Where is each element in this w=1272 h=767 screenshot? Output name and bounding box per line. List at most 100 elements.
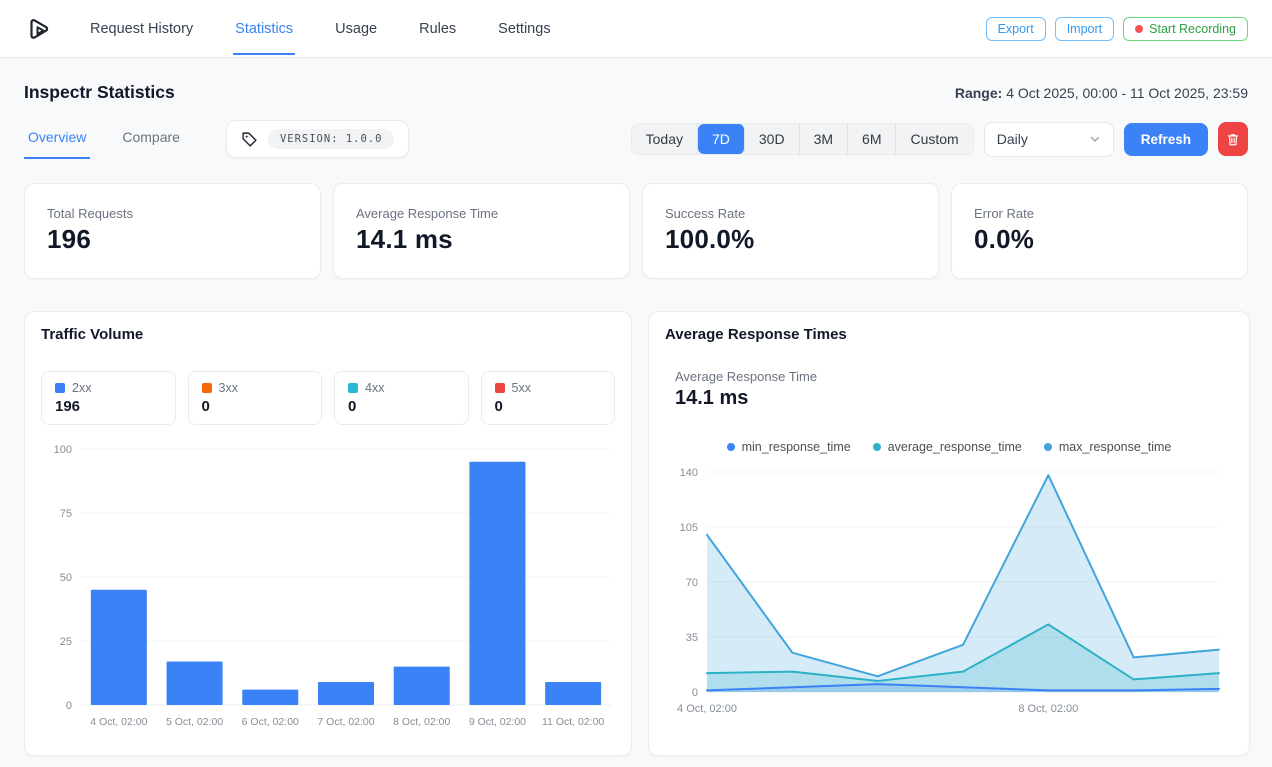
response-times-area-chart: 0 35 70 105 140 4 Oct, 02:00 8 Oct, 02:00 [665, 460, 1233, 722]
stat-card-success-rate: Success Rate 100.0% [642, 183, 939, 279]
svg-text:75: 75 [60, 508, 72, 520]
stat-card-total-requests: Total Requests 196 [24, 183, 321, 279]
svg-text:8 Oct, 02:00: 8 Oct, 02:00 [393, 716, 450, 728]
response-times-card: Average Response Times Average Response … [648, 311, 1250, 756]
interval-value: Daily [997, 131, 1028, 147]
version-text: VERSION: 1.0.0 [268, 129, 395, 149]
import-button[interactable]: Import [1055, 17, 1114, 41]
start-recording-button[interactable]: Start Recording [1123, 17, 1248, 41]
range-label: Range: [955, 85, 1002, 101]
legend-label: min_response_time [742, 440, 851, 454]
chevron-down-icon [1089, 133, 1101, 145]
stat-label: Error Rate [974, 206, 1225, 221]
version-badge: VERSION: 1.0.0 [226, 120, 410, 158]
main-nav: Request History Statistics Usage Rules S… [88, 3, 553, 55]
range-custom[interactable]: Custom [896, 124, 972, 154]
stat-value: 14.1 ms [356, 224, 607, 255]
legend-dot-icon [727, 443, 735, 451]
start-recording-label: Start Recording [1149, 22, 1236, 36]
status-card-5xx: 5xx 0 [481, 371, 616, 425]
range-30d[interactable]: 30D [745, 124, 800, 154]
status-5xx-swatch [495, 383, 505, 393]
tab-compare[interactable]: Compare [118, 119, 184, 159]
tag-icon [241, 131, 258, 148]
range-3m[interactable]: 3M [800, 124, 848, 154]
status-card-2xx: 2xx 196 [41, 371, 176, 425]
page-title: Inspectr Statistics [24, 82, 175, 103]
status-3xx-swatch [202, 383, 212, 393]
svg-text:9 Oct, 02:00: 9 Oct, 02:00 [469, 716, 526, 728]
stat-card-error-rate: Error Rate 0.0% [951, 183, 1248, 279]
traffic-volume-bar-chart: 0 25 50 75 100 4 Oct, 02:00 5 Oct, 02:00 6 Oct,… [41, 439, 617, 735]
svg-text:35: 35 [686, 632, 698, 644]
delete-button[interactable] [1218, 122, 1248, 156]
stat-card-avg-response-time: Average Response Time 14.1 ms [333, 183, 630, 279]
svg-text:70: 70 [686, 577, 698, 589]
date-range-display: Range: 4 Oct 2025, 00:00 - 11 Oct 2025, … [955, 85, 1248, 101]
svg-text:0: 0 [692, 687, 698, 699]
legend-max-response-time: max_response_time [1044, 440, 1172, 454]
svg-text:25: 25 [60, 636, 72, 648]
legend-label: max_response_time [1059, 440, 1172, 454]
legend-label: average_response_time [888, 440, 1022, 454]
svg-text:4 Oct, 02:00: 4 Oct, 02:00 [90, 716, 147, 728]
tab-overview[interactable]: Overview [24, 119, 90, 159]
nav-usage[interactable]: Usage [333, 3, 379, 55]
nav-settings[interactable]: Settings [496, 3, 552, 55]
svg-text:5 Oct, 02:00: 5 Oct, 02:00 [166, 716, 223, 728]
svg-text:100: 100 [54, 444, 72, 456]
status-4xx-label: 4xx [365, 381, 384, 395]
range-6m[interactable]: 6M [848, 124, 896, 154]
avg-response-value: 14.1 ms [675, 387, 1233, 410]
nav-statistics[interactable]: Statistics [233, 3, 295, 55]
range-value: 4 Oct 2025, 00:00 - 11 Oct 2025, 23:59 [1006, 85, 1248, 101]
range-7d[interactable]: 7D [698, 124, 745, 154]
traffic-volume-title: Traffic Volume [41, 326, 615, 343]
svg-text:11 Oct, 02:00: 11 Oct, 02:00 [542, 716, 604, 728]
svg-text:105: 105 [680, 522, 698, 534]
svg-text:50: 50 [60, 572, 72, 584]
legend-min-response-time: min_response_time [727, 440, 851, 454]
range-segmented-control: Today 7D 30D 3M 6M Custom [631, 123, 974, 155]
status-3xx-label: 3xx [219, 381, 238, 395]
response-times-title: Average Response Times [665, 326, 1233, 343]
status-5xx-value: 0 [495, 398, 602, 415]
stat-label: Average Response Time [356, 206, 607, 221]
status-card-4xx: 4xx 0 [334, 371, 469, 425]
status-card-3xx: 3xx 0 [188, 371, 323, 425]
svg-text:8 Oct, 02:00: 8 Oct, 02:00 [1018, 703, 1078, 715]
status-5xx-label: 5xx [512, 381, 531, 395]
status-4xx-swatch [348, 383, 358, 393]
status-2xx-value: 196 [55, 398, 162, 415]
avg-response-label: Average Response Time [675, 369, 1233, 384]
legend-dot-icon [873, 443, 881, 451]
svg-text:140: 140 [680, 467, 698, 479]
stat-value: 196 [47, 224, 298, 255]
trash-icon [1226, 132, 1240, 147]
legend-dot-icon [1044, 443, 1052, 451]
status-3xx-value: 0 [202, 398, 309, 415]
svg-text:7 Oct, 02:00: 7 Oct, 02:00 [317, 716, 374, 728]
stat-label: Total Requests [47, 206, 298, 221]
svg-text:0: 0 [66, 700, 72, 712]
interval-select[interactable]: Daily [984, 122, 1114, 157]
status-2xx-label: 2xx [72, 381, 91, 395]
export-button[interactable]: Export [986, 17, 1046, 41]
refresh-button[interactable]: Refresh [1124, 123, 1208, 156]
svg-text:4 Oct, 02:00: 4 Oct, 02:00 [677, 703, 737, 715]
svg-text:6 Oct, 02:00: 6 Oct, 02:00 [242, 716, 299, 728]
nav-request-history[interactable]: Request History [88, 3, 195, 55]
stat-value: 100.0% [665, 224, 916, 255]
legend-average-response-time: average_response_time [873, 440, 1022, 454]
record-dot-icon [1135, 25, 1143, 33]
inspectr-logo-icon[interactable] [24, 14, 54, 44]
stat-label: Success Rate [665, 206, 916, 221]
range-today[interactable]: Today [632, 124, 698, 154]
nav-rules[interactable]: Rules [417, 3, 458, 55]
status-2xx-swatch [55, 383, 65, 393]
stat-value: 0.0% [974, 224, 1225, 255]
response-chart-legend: min_response_time average_response_time … [665, 440, 1233, 454]
status-4xx-value: 0 [348, 398, 455, 415]
status-code-cards: 2xx 196 3xx 0 4xx 0 [41, 371, 615, 425]
traffic-volume-card: Traffic Volume 2xx 196 3xx 0 [24, 311, 632, 756]
